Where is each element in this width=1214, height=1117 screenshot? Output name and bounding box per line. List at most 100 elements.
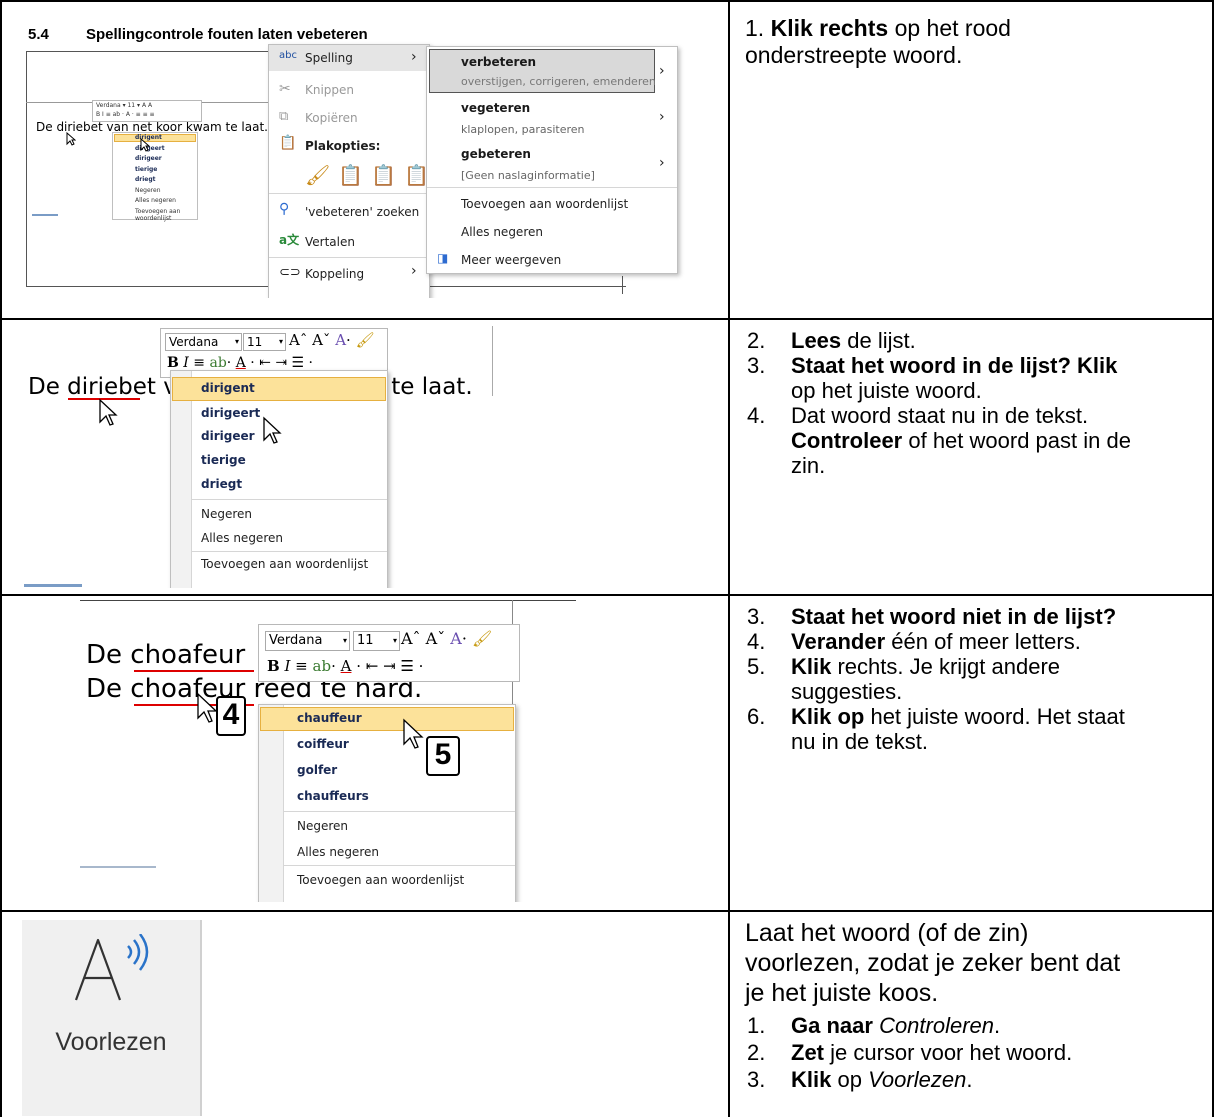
mouse-cursor-icon (263, 416, 282, 444)
step-number: 4. (747, 629, 766, 654)
mini-toolbar[interactable]: Verdana ▾ 11 ▾ Aˆ Aˇ A· 🖌 B I ≡ ab· A · … (258, 624, 520, 682)
suggestion-5[interactable]: driegt (201, 477, 242, 491)
step-text: op het rood (888, 15, 1011, 41)
context-menu: abc Spelling › ✂ Knippen ⧉ Kopiëren 📋 Pl… (268, 44, 430, 298)
font-size-box[interactable]: 11 ▾ (243, 333, 286, 351)
step-bold: Zet (791, 1040, 824, 1065)
callout-badge-4: 4 (216, 696, 246, 736)
row1-screenshot: 5.4 Spellingcontrole fouten laten vebete… (22, 20, 702, 298)
scissors-icon: ✂ (279, 81, 291, 97)
submenu-show-more[interactable]: Meer weergeven (461, 253, 561, 267)
step-number: 4. (747, 403, 766, 428)
grow-shrink-font-icons[interactable]: Aˆ Aˇ A· 🖌 (401, 629, 492, 648)
row3-steps: 3. Staat het woord niet in de lijst? 4. Ver… (745, 604, 1207, 754)
table-border-top (0, 0, 1214, 2)
section-heading-text: Spellingcontrole fouten laten vebeteren (86, 26, 368, 43)
menu-ignore[interactable]: Negeren (297, 819, 348, 833)
suggestion-4[interactable]: tierige (201, 453, 246, 467)
page-line (80, 600, 576, 601)
font-name-box[interactable]: Verdana ▾ (165, 333, 242, 351)
translate-icon: a文 (279, 233, 300, 247)
step-text: of het woord past in de (902, 428, 1131, 453)
submenu-suggestion-3[interactable]: gebeteren (461, 147, 531, 161)
copy-icon: ⧉ (279, 109, 289, 124)
voorlezen-button[interactable]: Voorlezen (22, 920, 202, 1116)
chevron-right-icon: › (659, 155, 665, 171)
step-end: . (966, 1067, 973, 1092)
mouse-cursor-icon (140, 138, 150, 152)
step-line: zin. (745, 453, 1207, 478)
mini-toolbar[interactable]: Verdana ▾ 11 ▾ A A B I ≡ ab · A · ≡ ≡ ≡ (92, 100, 202, 122)
step-bold: Lees (791, 328, 842, 353)
menu-kopieren[interactable]: Kopiëren (305, 111, 358, 125)
step-text: suggesties. (791, 679, 903, 704)
step-bold: Klik op (791, 704, 865, 729)
font-name: Verdana (169, 335, 219, 349)
page-line (622, 276, 623, 294)
small-menu-item[interactable]: dirigeer (135, 155, 162, 162)
font-size-box[interactable]: 11 ▾ (353, 631, 400, 651)
paste-icon: 📋 (279, 135, 297, 151)
step-text: op het juiste woord. (791, 378, 982, 403)
format-buttons[interactable]: B I ≡ ab· A · ⇤ ⇥ ☰ · (167, 355, 313, 371)
suggestion-3[interactable]: dirigeer (201, 429, 255, 443)
menu-add-to-dictionary[interactable]: Toevoegen aan woordenlijst (201, 557, 368, 571)
intro-line: Laat het woord (of de zin) (745, 919, 1029, 947)
submenu-suggestion-1[interactable]: verbeteren (461, 55, 536, 69)
suggestion-4[interactable]: chauffeurs (297, 789, 369, 803)
step-line: 4. Dat woord staat nu in de tekst. (745, 403, 1207, 428)
small-menu-item[interactable]: tierige (135, 166, 157, 173)
suggestion-1[interactable]: dirigent (201, 381, 255, 395)
show-more-icon: ◨ (437, 251, 449, 265)
step-bold: Verander (791, 629, 886, 654)
submenu-ignore-all[interactable]: Alles negeren (461, 225, 543, 239)
menu-koppeling[interactable]: Koppeling (305, 267, 364, 281)
suggestion-menu: chauffeur coiffeur golfer chauffeurs Neg… (258, 704, 516, 902)
menu-add-to-dictionary[interactable]: Toevoegen aan woordenlijst (297, 873, 464, 887)
link-icon: ⊂⊃ (279, 265, 301, 280)
step-line: 2. Lees de lijst. (745, 328, 1207, 353)
menu-ignore[interactable]: Negeren (201, 507, 252, 521)
page-line (492, 326, 493, 396)
step-text: rechts. Je krijgt andere (831, 654, 1061, 679)
format-buttons[interactable]: B I ≡ ab· A · ⇤ ⇥ ☰ · (267, 657, 423, 675)
menu-spelling[interactable]: Spelling (305, 51, 353, 65)
step-line: 6. Klik op het juiste woord. Het staat (745, 704, 1207, 729)
menu-ignore-all[interactable]: Alles negeren (201, 531, 283, 545)
small-menu-item[interactable]: Toevoegen aan woordenlijst (135, 208, 197, 222)
suggestion-2[interactable]: coiffeur (297, 737, 349, 751)
speaker-a-icon (74, 934, 149, 1001)
callout-badge-5: 5 (426, 736, 460, 776)
font-name-box[interactable]: Verdana ▾ (265, 631, 350, 651)
step-text: één of meer letters. (885, 629, 1081, 654)
menu-ignore-all[interactable]: Alles negeren (297, 845, 379, 859)
step-number: 2. (747, 328, 766, 353)
suggestion-2[interactable]: dirigeert (201, 406, 260, 420)
grow-shrink-font-icons[interactable]: Aˆ Aˇ A· 🖌 (289, 331, 375, 349)
menu-vertalen[interactable]: Vertalen (305, 235, 355, 249)
step-bold: Klik (791, 1067, 832, 1092)
suggestion-1[interactable]: chauffeur (297, 711, 362, 725)
menu-zoeken[interactable]: 'vebeteren' zoeken (305, 205, 419, 219)
small-menu-item[interactable]: Negeren (135, 187, 161, 194)
row2-steps: 2. Lees de lijst. 3. Staat het woord in de … (745, 328, 1207, 478)
page-marker (80, 866, 156, 868)
step-text: onderstreepte woord. (745, 42, 963, 68)
suggestion-3[interactable]: golfer (297, 763, 337, 777)
step-text: de lijst. (841, 328, 916, 353)
submenu-add-to-dictionary[interactable]: Toevoegen aan woordenlijst (461, 197, 628, 211)
submenu-synonyms-3: [Geen naslaginformatie] (461, 169, 595, 182)
small-menu-item[interactable]: driegt (135, 176, 156, 183)
mouse-cursor-icon (197, 692, 218, 723)
section-number: 5.4 (28, 26, 49, 43)
menu-knippen[interactable]: Knippen (305, 83, 354, 97)
small-menu-item[interactable]: Alles negeren (135, 197, 176, 204)
row1-instruction: 1. Klik rechts op het rood onderstreepte… (745, 15, 1207, 69)
paste-options-icons[interactable]: 🖌📋📋📋 (305, 163, 437, 187)
step-line: 5. Klik rechts. Je krijgt andere (745, 654, 1207, 679)
submenu-suggestion-2[interactable]: vegeteren (461, 101, 530, 115)
step-italic: Voorlezen (868, 1067, 967, 1092)
intro-line: voorlezen, zodat je zeker bent dat (745, 949, 1121, 977)
step-number: 3. (747, 353, 766, 378)
font-size: 11 (247, 335, 263, 349)
